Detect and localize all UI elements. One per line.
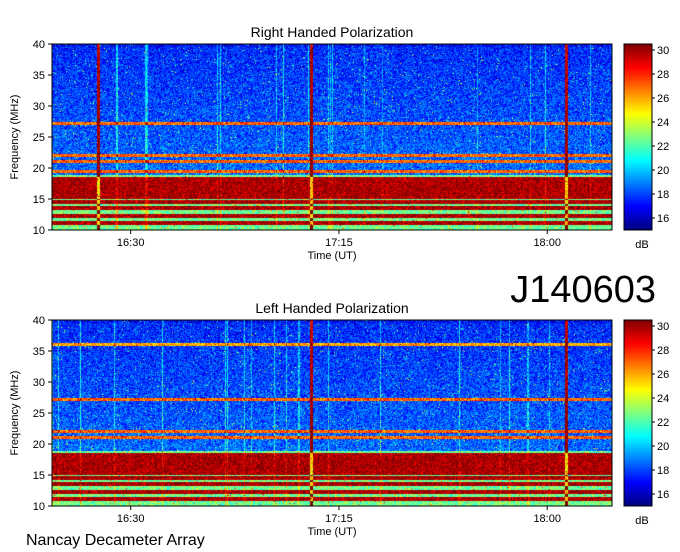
colorbar-label: dB	[635, 515, 648, 527]
spectrogram-panel-1: Right Handed Polarization 10 15 20 25 30 35 40 1…	[9, 24, 669, 262]
y-tick-label: 15	[33, 470, 45, 482]
colorbar	[624, 320, 652, 506]
colorbar-label: dB	[635, 239, 648, 251]
colorbar	[624, 44, 652, 230]
y-tick-label: 30	[33, 101, 45, 113]
x-axis-label: Time (UT)	[307, 250, 356, 262]
y-tick-label: 25	[33, 408, 45, 420]
colorbar-tick-label: 18	[657, 465, 669, 477]
y-tick-label: 20	[33, 439, 45, 451]
y-axis-label: Frequency (MHz)	[9, 371, 21, 456]
y-tick-label: 15	[33, 194, 45, 206]
y-tick-label: 35	[33, 346, 45, 358]
y-tick-label: 30	[33, 377, 45, 389]
y-tick-label: 20	[33, 163, 45, 175]
spectrogram-heatmap	[52, 320, 612, 506]
panel-title: Left Handed Polarization	[255, 300, 408, 316]
footer-label: Nancay Decameter Array	[26, 532, 205, 549]
observation-id: J140603	[510, 269, 656, 311]
spectrogram-heatmap	[52, 44, 612, 230]
colorbar-tick-label: 20	[657, 441, 669, 453]
colorbar-tick-label: 16	[657, 213, 669, 225]
colorbar-tick-label: 24	[657, 117, 669, 129]
y-axis-label: Frequency (MHz)	[9, 95, 21, 180]
spectrogram-panel-2: Left Handed Polarization 10 15 20 25 30 35 40 16…	[9, 300, 669, 538]
x-tick-label: 18:00	[533, 513, 561, 525]
colorbar-tick-label: 30	[657, 45, 669, 57]
colorbar-tick-label: 26	[657, 369, 669, 381]
x-tick-label: 17:15	[325, 237, 353, 249]
colorbar-tick-label: 18	[657, 189, 669, 201]
y-tick-label: 10	[33, 501, 45, 513]
colorbar-tick-label: 30	[657, 321, 669, 333]
colorbar-tick-label: 20	[657, 165, 669, 177]
colorbar-tick-label: 26	[657, 93, 669, 105]
colorbar-tick-label: 22	[657, 141, 669, 153]
x-axis-label: Time (UT)	[307, 526, 356, 538]
x-tick-label: 18:00	[533, 237, 561, 249]
y-tick-label: 25	[33, 132, 45, 144]
y-tick-label: 40	[33, 39, 45, 51]
y-tick-label: 10	[33, 225, 45, 237]
spectrogram-figure: J140603 Nancay Decameter Array Right Han…	[9, 24, 669, 549]
y-tick-label: 40	[33, 315, 45, 327]
x-tick-label: 17:15	[325, 513, 353, 525]
x-tick-label: 16:30	[117, 237, 145, 249]
x-tick-label: 16:30	[117, 513, 145, 525]
colorbar-tick-label: 28	[657, 69, 669, 81]
panel-title: Right Handed Polarization	[251, 24, 414, 40]
y-tick-label: 35	[33, 70, 45, 82]
colorbar-tick-label: 24	[657, 393, 669, 405]
colorbar-tick-label: 22	[657, 417, 669, 429]
colorbar-tick-label: 16	[657, 489, 669, 501]
colorbar-tick-label: 28	[657, 345, 669, 357]
